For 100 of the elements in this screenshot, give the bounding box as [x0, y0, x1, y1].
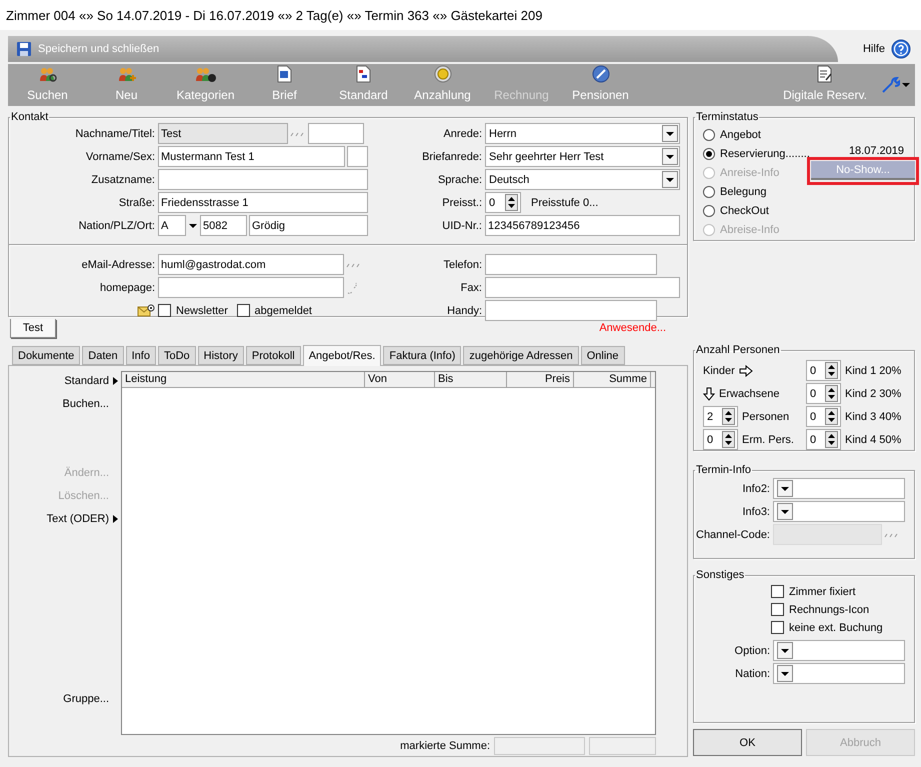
action-link[interactable]: Gruppe... [9, 689, 121, 709]
tab[interactable]: Protokoll [246, 346, 301, 365]
checkbox[interactable]: keine ext. Buchung [771, 621, 908, 634]
spinner-icon[interactable] [505, 194, 518, 211]
dropdown-field[interactable] [773, 501, 905, 522]
tab[interactable]: Faktura (Info) [383, 346, 462, 365]
radio-button[interactable] [703, 204, 715, 216]
mobile-field[interactable] [485, 300, 657, 321]
checkbox[interactable]: abgemeldet [236, 304, 312, 317]
radio-option[interactable]: Belegung [703, 186, 766, 198]
field-label: homepage: [98, 282, 155, 294]
tab[interactable]: Dokumente [12, 346, 80, 365]
fax-field[interactable] [485, 277, 680, 298]
zip-field[interactable]: 5082 [200, 215, 247, 236]
sex-field[interactable] [347, 146, 368, 167]
title-field[interactable] [308, 123, 364, 144]
column-header[interactable]: Leistung [122, 372, 365, 387]
field-label: Option: [734, 644, 770, 656]
column-header[interactable]: Preis [507, 372, 574, 387]
language-dropdown[interactable]: Deutsch [485, 169, 680, 190]
spinner-icon[interactable] [825, 362, 838, 379]
field-label: Kind 2 30% [845, 388, 902, 400]
column-header[interactable]: Bis [435, 372, 507, 387]
disc-icon [592, 65, 610, 83]
column-header[interactable]: Summe [574, 372, 651, 387]
radio-button[interactable] [703, 186, 715, 198]
tab[interactable]: History [198, 346, 244, 365]
number-spinner[interactable]: 0 [703, 429, 738, 450]
tab[interactable]: Daten [82, 346, 124, 365]
number-spinner[interactable]: 0 [806, 383, 841, 404]
phone-field[interactable] [485, 254, 657, 275]
radio-option[interactable]: Reservierung........ [703, 148, 810, 160]
group-title: Sonstiges [695, 569, 746, 581]
caret-right-icon [113, 515, 118, 523]
people-group-icon [194, 66, 216, 82]
spinner-icon[interactable] [825, 385, 838, 402]
people-search-icon [38, 66, 58, 82]
checkbox[interactable]: Newsletter [158, 304, 228, 317]
field-label: Info3: [741, 506, 770, 518]
tab[interactable]: Online [580, 346, 625, 365]
field-label: Vorname/Sex: [84, 150, 155, 162]
field-label: Sprache: [436, 174, 482, 186]
tab[interactable]: ToDo [158, 346, 196, 365]
field-label: Info2: [741, 482, 770, 494]
city-field[interactable]: Grödig [249, 215, 368, 236]
number-spinner[interactable]: 0 [806, 406, 841, 427]
radio-button[interactable] [703, 128, 715, 140]
help-button[interactable]: Hilfe [862, 39, 911, 59]
group-title: Terminstatus [695, 111, 760, 123]
dropdown-field[interactable] [773, 478, 905, 499]
action-link[interactable]: Text (ODER) [9, 509, 121, 529]
tab[interactable]: Test [10, 319, 56, 338]
vat-id-field[interactable]: 123456789123456 [485, 215, 680, 236]
field-label: Straße: [118, 196, 155, 208]
letter-salutation-dropdown[interactable]: Sehr geehrter Herr Test [485, 146, 680, 167]
dialog-button[interactable]: OK [693, 729, 802, 756]
checkbox[interactable]: Zimmer fixiert [771, 585, 908, 598]
radio-option[interactable]: CheckOut [703, 204, 769, 216]
spinner-icon[interactable] [825, 408, 838, 425]
email-field[interactable]: huml@gastrodat.com [158, 254, 344, 275]
tab[interactable]: zugehörige Adressen [463, 346, 579, 365]
present-guests-link[interactable]: Anwesende... [599, 322, 666, 334]
tab[interactable]: Info [126, 346, 156, 365]
radio-option[interactable]: Angebot [703, 128, 761, 140]
adults-label: Erwachsene [719, 388, 780, 400]
number-spinner[interactable]: 2 [703, 406, 738, 427]
tab[interactable]: Angebot/Res. [302, 345, 382, 366]
number-spinner[interactable]: 0 [485, 192, 521, 213]
caret-down-icon [902, 82, 910, 88]
homepage-field[interactable] [158, 277, 344, 298]
field-label: Telefon: [442, 258, 482, 270]
spinner-icon[interactable] [825, 431, 838, 448]
dropdown-field[interactable] [773, 640, 905, 661]
first-name-field[interactable]: Mustermann Test 1 [158, 146, 345, 167]
document-icon [277, 65, 292, 83]
action-link[interactable]: Standard [9, 371, 121, 391]
nation-field[interactable]: A [158, 215, 186, 236]
field-label: eMail-Adresse: [80, 258, 155, 270]
column-header[interactable]: Von [365, 372, 435, 387]
envelope-icon [137, 304, 155, 318]
spinner-icon[interactable] [722, 431, 735, 448]
group-title: Kontakt [10, 111, 50, 123]
street-field[interactable]: Friedensstrasse 1 [158, 192, 368, 213]
field-label: Preisst.: [441, 196, 482, 208]
summary-label: markierte Summe: [400, 740, 490, 752]
surname-field[interactable]: Test [158, 123, 288, 144]
number-spinner[interactable]: 0 [806, 360, 841, 381]
number-spinner[interactable]: 0 [806, 429, 841, 450]
caret-right-icon [113, 377, 118, 385]
arrow-down-icon [703, 386, 715, 400]
group-title: Termin-Info [695, 464, 752, 476]
radio-button[interactable] [703, 148, 715, 160]
salutation-dropdown[interactable]: Herrn [485, 123, 680, 144]
dropdown-field[interactable] [773, 663, 905, 684]
checkbox[interactable]: Rechnungs-Icon [771, 603, 908, 616]
save-icon [16, 41, 32, 57]
spinner-icon[interactable] [722, 408, 735, 425]
extra-name-field[interactable] [158, 169, 368, 190]
action-link[interactable]: Buchen... [9, 394, 121, 414]
field-label: Channel-Code: [696, 528, 770, 540]
